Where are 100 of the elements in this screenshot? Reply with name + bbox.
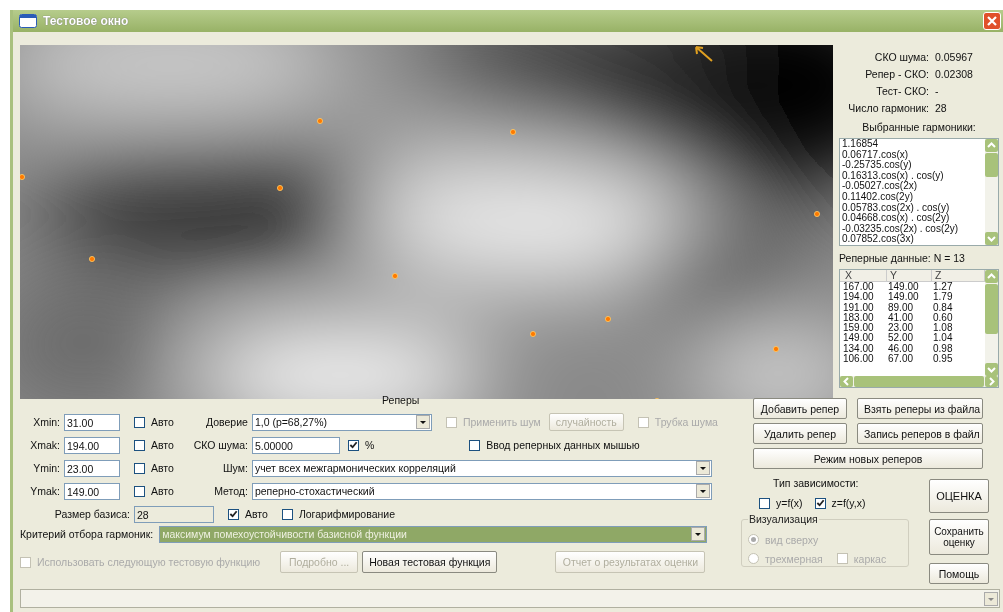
checkbox-label: Трубка шума: [654, 416, 718, 428]
table-cell-text: 159.00: [842, 323, 875, 334]
marker-button[interactable]: Взять реперы из файла: [857, 398, 983, 419]
scroll-thumb[interactable]: [985, 284, 998, 334]
table-cell-text: 0.95: [932, 354, 954, 365]
harmonic-item[interactable]: -0.25735.cos(y): [842, 160, 985, 171]
checkbox[interactable]: [228, 508, 239, 520]
field-label: СКО шума:: [192, 439, 248, 451]
section-label: Реперы: [382, 394, 420, 406]
field-label: Размер базиса:: [53, 508, 130, 520]
checkbox-label: Использовать следующую тестовую функцию: [37, 556, 261, 568]
checkbox-label: Авто: [151, 416, 174, 428]
marker-button[interactable]: Запись реперов в файл: [857, 423, 983, 444]
scroll-left-icon[interactable]: [840, 376, 853, 387]
method-dropdown[interactable]: реперно-стохастический: [251, 482, 712, 500]
confidence-dropdown[interactable]: 1,0 (p=68,27%): [251, 413, 432, 431]
checkbox-label: Ввод реперных данных мышью: [486, 439, 640, 451]
input-field[interactable]: 194.00: [64, 436, 120, 454]
noise-dropdown[interactable]: учет всех межгармонических корреляций: [251, 459, 712, 477]
scroll-right-icon[interactable]: [985, 376, 998, 387]
stat-label: Число гармоник:: [847, 102, 929, 114]
field-label: Ymin:: [32, 462, 60, 474]
save-estimate-button[interactable]: Сохранить оценку: [929, 519, 989, 555]
checkbox-label: z=f(y,x): [831, 497, 866, 509]
checkbox[interactable]: [759, 497, 770, 509]
stat-label: Тест- СКО:: [875, 85, 929, 97]
table-cell-text: 67.00: [887, 354, 915, 365]
table-cell-text: 149.00: [887, 282, 920, 292]
table-cell-text: 0.60: [932, 312, 954, 323]
table-cell-text: 0.84: [932, 302, 954, 313]
field-label: Доверие: [204, 416, 248, 428]
checkbox[interactable]: [814, 497, 826, 509]
horizontal-scrollbar[interactable]: [840, 376, 998, 387]
harmonic-item[interactable]: 0.07852.cos(3x): [842, 234, 985, 245]
table-cell-text: 41.00: [887, 312, 915, 323]
harmonic-item[interactable]: 0.06717.cos(x): [842, 149, 985, 161]
scroll-up-icon[interactable]: [985, 139, 998, 152]
checkbox[interactable]: [134, 485, 145, 497]
harmonic-item[interactable]: 0.04668.cos(x) . cos(2y): [842, 213, 985, 224]
harmonic-item[interactable]: 0.05783.cos(2x) . cos(y): [842, 202, 985, 214]
checkbox[interactable]: [281, 508, 293, 520]
table-cell-text: 89.00: [887, 302, 915, 313]
help-button[interactable]: Помощь: [929, 563, 989, 584]
input-field[interactable]: 28: [134, 505, 214, 523]
input-field[interactable]: 31.00: [64, 413, 120, 431]
checkbox[interactable]: [347, 439, 359, 451]
marker-button[interactable]: Удалить репер: [753, 423, 847, 444]
table-cell-text: 183.00: [842, 312, 875, 323]
checkbox[interactable]: [134, 462, 145, 474]
harmonics-title: Выбранные гармоники:: [861, 121, 977, 133]
harmonic-item[interactable]: 0.16313.cos(x) . cos(y): [842, 170, 985, 182]
column-header[interactable]: Y: [887, 270, 932, 281]
table-cell-text: 191.00: [842, 302, 875, 313]
table-cell-text: 1.27: [932, 282, 954, 292]
checkbox[interactable]: [134, 439, 145, 451]
table-cell-text: 106.00: [842, 354, 875, 365]
scroll-thumb[interactable]: [854, 376, 984, 387]
table-cell-text: 23.00: [887, 323, 915, 334]
stat-value: 28: [935, 102, 948, 114]
vertical-scrollbar[interactable]: [985, 270, 998, 376]
stat-value: 0.02308: [935, 68, 974, 80]
action-button[interactable]: Новая тестовая функция: [362, 551, 498, 573]
scroll-up-icon[interactable]: [985, 270, 998, 283]
estimate-button[interactable]: ОЦЕНКА: [929, 479, 989, 513]
table-cell-text: 167.00: [842, 282, 875, 292]
table-cell-text: 52.00: [887, 333, 915, 344]
harmonic-item[interactable]: -0.03235.cos(2x) . cos(2y): [842, 223, 985, 235]
stat-label: Репер - СКО:: [864, 68, 929, 80]
mode-button[interactable]: Режим новых реперов: [753, 448, 983, 469]
harmonic-item[interactable]: -0.05027.cos(2x): [842, 181, 985, 192]
checkbox[interactable]: [469, 439, 481, 451]
table-cell-text: 1.04: [932, 333, 954, 344]
table-cell-text: 149.00: [887, 292, 920, 303]
input-field[interactable]: 149.00: [64, 482, 120, 500]
column-header[interactable]: X: [842, 270, 887, 281]
harmonic-item[interactable]: 0.11402.cos(2y): [842, 191, 985, 203]
harmonic-item[interactable]: 1.16854: [842, 139, 985, 150]
vertical-scrollbar[interactable]: [985, 139, 998, 245]
field-label: Xmak:: [29, 439, 60, 451]
stat-value: 0.05967: [935, 51, 974, 63]
status-dropdown[interactable]: [20, 589, 1000, 608]
marker-button[interactable]: Добавить репер: [753, 398, 847, 419]
field-label: Шум:: [222, 462, 248, 474]
checkbox-label: Авто: [151, 462, 174, 474]
checkbox[interactable]: [134, 416, 145, 428]
table-cell-text: 134.00: [842, 343, 875, 354]
input-field[interactable]: 5.00000: [251, 436, 340, 454]
radio-label: вид сверху: [765, 533, 819, 546]
scroll-down-icon[interactable]: [985, 363, 998, 376]
scroll-thumb[interactable]: [985, 153, 998, 177]
table-cell-text: 1.79: [932, 292, 954, 303]
input-field[interactable]: 23.00: [64, 459, 120, 477]
reference-data-title: Реперные данные: N = 13: [839, 252, 966, 264]
scroll-down-icon[interactable]: [985, 232, 998, 245]
checkbox-label: Авто: [151, 485, 174, 497]
field-label: Xmin:: [32, 416, 60, 428]
table-cell-text: 1.08: [932, 323, 954, 334]
harmonics-list[interactable]: 1.16854 0.06717.cos(x) -0.25735.cos(y) 0.16313.cos(x) . cos(y) -0.05027.cos(2x) 0.11402.cos(2y) 0.05783.cos(2x) . cos(y) 0.04668.cos(x) . cos(2y) -0.03235.cos(2x) . cos(2y) 0.07852.cos(3x): [839, 138, 999, 246]
window-title: Тестовое окно: [43, 14, 129, 28]
table-cell-text: 194.00: [842, 292, 875, 303]
